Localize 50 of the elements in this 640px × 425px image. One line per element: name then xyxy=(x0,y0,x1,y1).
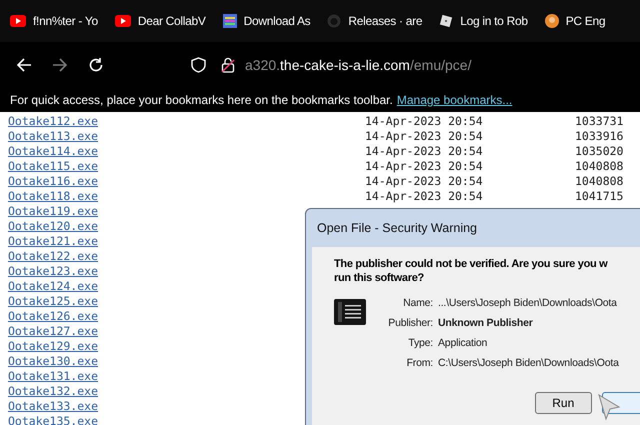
file-link[interactable]: Ootake116.exe xyxy=(8,174,365,189)
date-text: 14-Apr-2023 20:54 xyxy=(365,114,484,129)
date-text: 14-Apr-2023 20:54 xyxy=(365,129,484,144)
back-icon[interactable] xyxy=(16,57,32,73)
date-text: 14-Apr-2023 20:54 xyxy=(365,189,484,204)
field-value: Application xyxy=(438,336,488,351)
date-text: 14-Apr-2023 20:54 xyxy=(365,159,484,174)
forward-icon[interactable] xyxy=(52,57,68,73)
file-link[interactable]: Ootake113.exe xyxy=(8,129,365,144)
size-text: 1040808 xyxy=(575,174,624,189)
reload-icon[interactable] xyxy=(88,57,104,73)
field-label: From: xyxy=(406,356,434,371)
date-text: 14-Apr-2023 20:54 xyxy=(365,144,484,159)
browser-tab[interactable]: Releases · are xyxy=(327,12,422,30)
date-text: 14-Apr-2023 20:54 xyxy=(365,174,484,189)
warning-heading: The publisher could not be verified. Are you sure you w run this software? xyxy=(334,257,609,285)
file-link[interactable]: Ootake114.exe xyxy=(8,144,365,159)
lock-icon[interactable] xyxy=(221,57,235,73)
manage-bookmarks-link[interactable]: Manage bookmarks... xyxy=(396,91,512,109)
file-link[interactable]: Ootake115.exe xyxy=(8,159,365,174)
play-icon xyxy=(10,15,26,27)
round-icon xyxy=(544,14,559,28)
field-label: Publisher: xyxy=(387,316,434,331)
file-link[interactable]: Ootake112.exe xyxy=(8,114,365,129)
browser-tab[interactable]: Log in to Rob xyxy=(439,12,528,30)
run-button[interactable]: Run xyxy=(535,392,592,414)
field-value: C:\Users\Joseph Biden\Downloads\Oota xyxy=(438,356,619,371)
browser-tab[interactable]: PC Eng xyxy=(544,12,606,30)
bookmarks-hint: For quick access, place your bookmarks here on the bookmarks toolbar. xyxy=(10,92,393,109)
url-text[interactable]: a320.the-cake-is-a-lie.com/emu/pce/ xyxy=(245,54,472,76)
field-label: Type: xyxy=(407,336,434,351)
file-link[interactable]: Ootake118.exe xyxy=(8,189,365,204)
program-icon xyxy=(334,299,366,325)
field-label: Name: xyxy=(402,296,434,311)
size-text: 1041715 xyxy=(575,189,624,204)
tile-icon xyxy=(439,14,454,28)
browser-tab[interactable]: Download As xyxy=(222,12,310,30)
browser-tab[interactable]: Dear CollabV xyxy=(114,12,206,30)
size-text: 1033731 xyxy=(575,114,624,129)
dialog-title: Open File - Security Warning xyxy=(316,220,478,237)
play-icon xyxy=(114,15,131,27)
browser-tab[interactable]: f!nn%ter - Yo xyxy=(10,12,98,30)
field-value: Unknown Publisher xyxy=(438,316,534,331)
size-text: 1040808 xyxy=(575,159,624,174)
shield-icon[interactable] xyxy=(191,57,206,73)
app-icon xyxy=(222,14,237,28)
size-text: 1035020 xyxy=(575,144,624,159)
size-text: 1033916 xyxy=(575,129,624,144)
cursor-icon xyxy=(597,393,621,421)
field-value: ...\Users\Joseph Biden\Downloads\Oota xyxy=(438,296,618,311)
